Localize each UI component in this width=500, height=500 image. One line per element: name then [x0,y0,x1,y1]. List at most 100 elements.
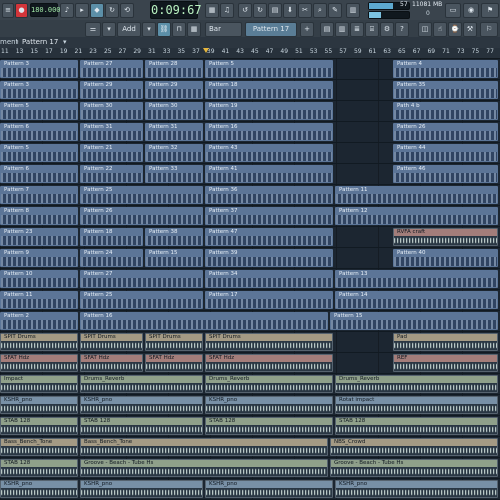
pattern-clip[interactable]: Pattern 27 [80,270,203,288]
pattern-clip[interactable]: Pattern 4 [393,60,498,78]
audio-clip[interactable]: KSHR_pno [205,480,333,498]
pattern-clip[interactable]: Pattern 22 [80,165,143,183]
audio-clip[interactable]: Drums_Reverb [80,375,203,393]
pattern-clip[interactable]: Pattern 41 [205,165,333,183]
flag-us-icon[interactable]: ⚐ [480,22,498,37]
pattern-clip[interactable]: Pattern 29 [145,81,203,99]
pattern-clip[interactable]: Pattern 33 [145,165,203,183]
flag-icon[interactable]: ⚑ [481,3,499,18]
pattern-clip[interactable]: Pattern 44 [393,144,498,162]
undo-icon[interactable]: ↺ [238,3,252,18]
pattern-clip[interactable]: Pattern 15 [330,312,498,330]
loop-icon[interactable]: ⟲ [120,3,134,18]
snap-select[interactable]: Bar [205,22,242,37]
pattern-clip[interactable]: Pattern 18 [80,228,143,246]
pattern-clip[interactable]: Pattern 26 [393,123,498,141]
pattern-clip[interactable]: Pattern 31 [80,123,143,141]
pattern-clip[interactable]: Pattern 11 [0,291,78,309]
pattern-clip[interactable]: Pattern 28 [145,60,203,78]
audio-clip[interactable]: SFAT Hdz [205,354,333,372]
pattern-clip[interactable]: Pattern 7 [0,186,78,204]
pattern-clip[interactable]: Pattern 6 [0,123,78,141]
menu-icon[interactable]: ≡ [2,3,14,18]
pattern-clip[interactable]: Pattern 37 [205,207,333,225]
audio-clip[interactable]: REF [393,354,498,372]
audio-clip[interactable]: SPIT Drums [205,333,333,351]
audio-clip[interactable]: Bass_Bench_Tone [80,438,328,456]
save-icon[interactable]: ▤ [268,3,282,18]
pattern-clip[interactable]: Pattern 43 [205,144,333,162]
pattern-clip[interactable]: Pattern 3 [0,81,78,99]
audio-clip[interactable]: SFAT Hdz [80,354,143,372]
playlist-tracks[interactable]: Pattern 3 Pattern 27 Pattern 28 Pattern 5 Pa… [0,59,500,500]
audio-clip[interactable]: KSHR_pno [335,480,498,498]
touch-icon[interactable]: ☝ [433,22,447,37]
view-icon[interactable]: ◫ [418,22,432,37]
timeline-ruler[interactable]: 11 13 15 17 19 21 23 25 27 29 31 33 35 37 39 41 43 45 47 49… [0,48,500,59]
pattern-clip[interactable]: Pattern 5 [0,144,78,162]
browse-icon[interactable]: ⌕ [313,3,327,18]
pattern-clip[interactable]: Pattern 21 [80,144,143,162]
pattern-clip[interactable]: Pattern 16 [205,123,333,141]
pattern-clip[interactable]: Pattern 12 [335,207,498,225]
audio-clip[interactable]: KSHR_pno [0,480,78,498]
dropdown-icon[interactable]: ▾ [63,38,67,46]
pattern-clip[interactable]: Pattern 19 [205,102,333,120]
pattern-selector[interactable]: Pattern 17 [245,22,297,37]
audio-clip[interactable]: SFAT Hdz [0,354,78,372]
pattern-clip[interactable]: Pattern 27 [80,60,143,78]
audio-clip[interactable]: SFAT Hdz [145,354,203,372]
news-icon[interactable]: ◉ [463,3,479,18]
pattern-clip[interactable]: Pattern 15 [145,249,203,267]
pattern-clip[interactable]: Pattern 38 [145,228,203,246]
audio-clip[interactable]: STAB 128 [205,417,333,435]
pattern-clip[interactable]: Pattern 24 [80,249,143,267]
pattern-clip[interactable]: Pattern 14 [335,291,498,309]
settings-icon[interactable]: ⚒ [463,22,477,37]
audio-clip[interactable]: Groove - Beach - Tube Hs [80,459,328,477]
pattern-clip[interactable]: Pattern 35 [393,81,498,99]
magnet-icon[interactable]: ⊓ [172,22,186,37]
pattern-clip[interactable]: Pattern 3 [0,60,78,78]
link-icon[interactable]: ⛓ [157,22,171,37]
grid-icon[interactable]: ▦ [187,22,201,37]
audio-clip[interactable]: KSHR_pno [80,396,203,414]
metronome-icon[interactable]: ♪ [60,3,74,18]
audio-clip[interactable]: Rotat impact [335,396,498,414]
pattern-clip[interactable]: Pattern 10 [0,270,78,288]
pattern-clip[interactable]: Pattern 25 [80,186,203,204]
audio-clip[interactable]: Impact [0,375,78,393]
pattern-clip[interactable]: Pattern 8 [0,207,78,225]
pattern-clip[interactable]: Pattern 32 [145,144,203,162]
pattern-clip[interactable]: Pattern 29 [80,81,143,99]
audio-clip[interactable]: SPIT Drums [0,333,78,351]
cut-icon[interactable]: ✂ [298,3,312,18]
pattern-clip[interactable]: Pattern 13 [335,270,498,288]
pattern-icon[interactable]: ▦ [205,3,219,18]
song-time-display[interactable]: 0:09:67 [150,1,202,19]
audio-clip[interactable]: KSHR_pno [0,396,78,414]
pattern-clip[interactable]: Pattern 34 [205,270,333,288]
pattern-clip[interactable]: Pattern 11 [335,186,498,204]
audio-clip[interactable]: STAB 128 [80,417,203,435]
piano-icon[interactable]: ▥ [346,3,360,18]
plus-icon[interactable]: + [300,22,314,37]
mixer-icon[interactable]: ⚌ [85,22,101,37]
audio-clip[interactable]: Drums_Reverb [205,375,333,393]
help-icon[interactable]: ? [395,22,409,37]
pattern-clip[interactable]: Pattern 6 [0,165,78,183]
pattern-clip[interactable]: Pattern 31 [145,123,203,141]
audio-clip[interactable]: Drums_Reverb [335,375,498,393]
add-button[interactable]: Add [117,22,141,37]
tool-icon[interactable]: ✎ [328,3,342,18]
pattern-clip[interactable]: Pattern 25 [80,291,203,309]
pattern-clip[interactable]: Pattern 40 [393,249,498,267]
channel-rack-icon[interactable]: ▤ [320,22,334,37]
tempo-display[interactable]: 180.000 [30,3,61,17]
pattern-clip[interactable]: Pattern 47 [205,228,333,246]
audio-clip[interactable]: KSHR_pno [80,480,203,498]
arrow-down-icon[interactable]: ▾ [102,22,116,37]
pattern-clip[interactable]: Pattern 30 [80,102,143,120]
countdown-icon[interactable]: ↻ [105,3,119,18]
wait-icon[interactable]: ▸ [75,3,89,18]
